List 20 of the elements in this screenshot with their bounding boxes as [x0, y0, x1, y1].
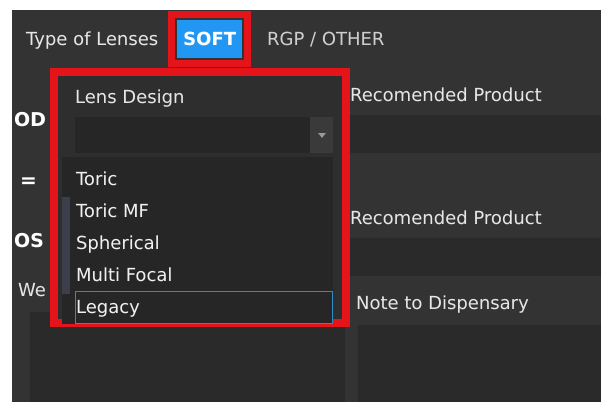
dropdown-option[interactable]: Spherical [75, 227, 333, 259]
product-field[interactable] [350, 115, 601, 153]
lens-design-combobox[interactable] [75, 117, 333, 153]
eye-label: OS [14, 228, 44, 254]
dropdown-option[interactable]: Multi Focal [75, 259, 333, 291]
eye-label: OD [14, 108, 46, 133]
caret-icon [310, 117, 333, 153]
dropdown-option[interactable]: Legacy [75, 291, 333, 324]
dropdown-option[interactable]: Toric MF [75, 195, 333, 227]
product-field[interactable] [350, 238, 601, 276]
dropdown-option[interactable]: Toric [75, 163, 333, 195]
field-label: Type of Lenses [26, 28, 158, 52]
field-label: Note to Dispensary [356, 292, 530, 316]
field-label: Lens Design [75, 86, 186, 110]
field-label: Recomended Product [350, 84, 543, 108]
scrollbar-icon [62, 197, 70, 294]
lens-type-tab[interactable]: RGP / OTHER [261, 20, 390, 58]
field-label: We [18, 279, 46, 303]
equals-sign: = [20, 166, 37, 194]
field-label: Recomended Product [350, 207, 543, 231]
